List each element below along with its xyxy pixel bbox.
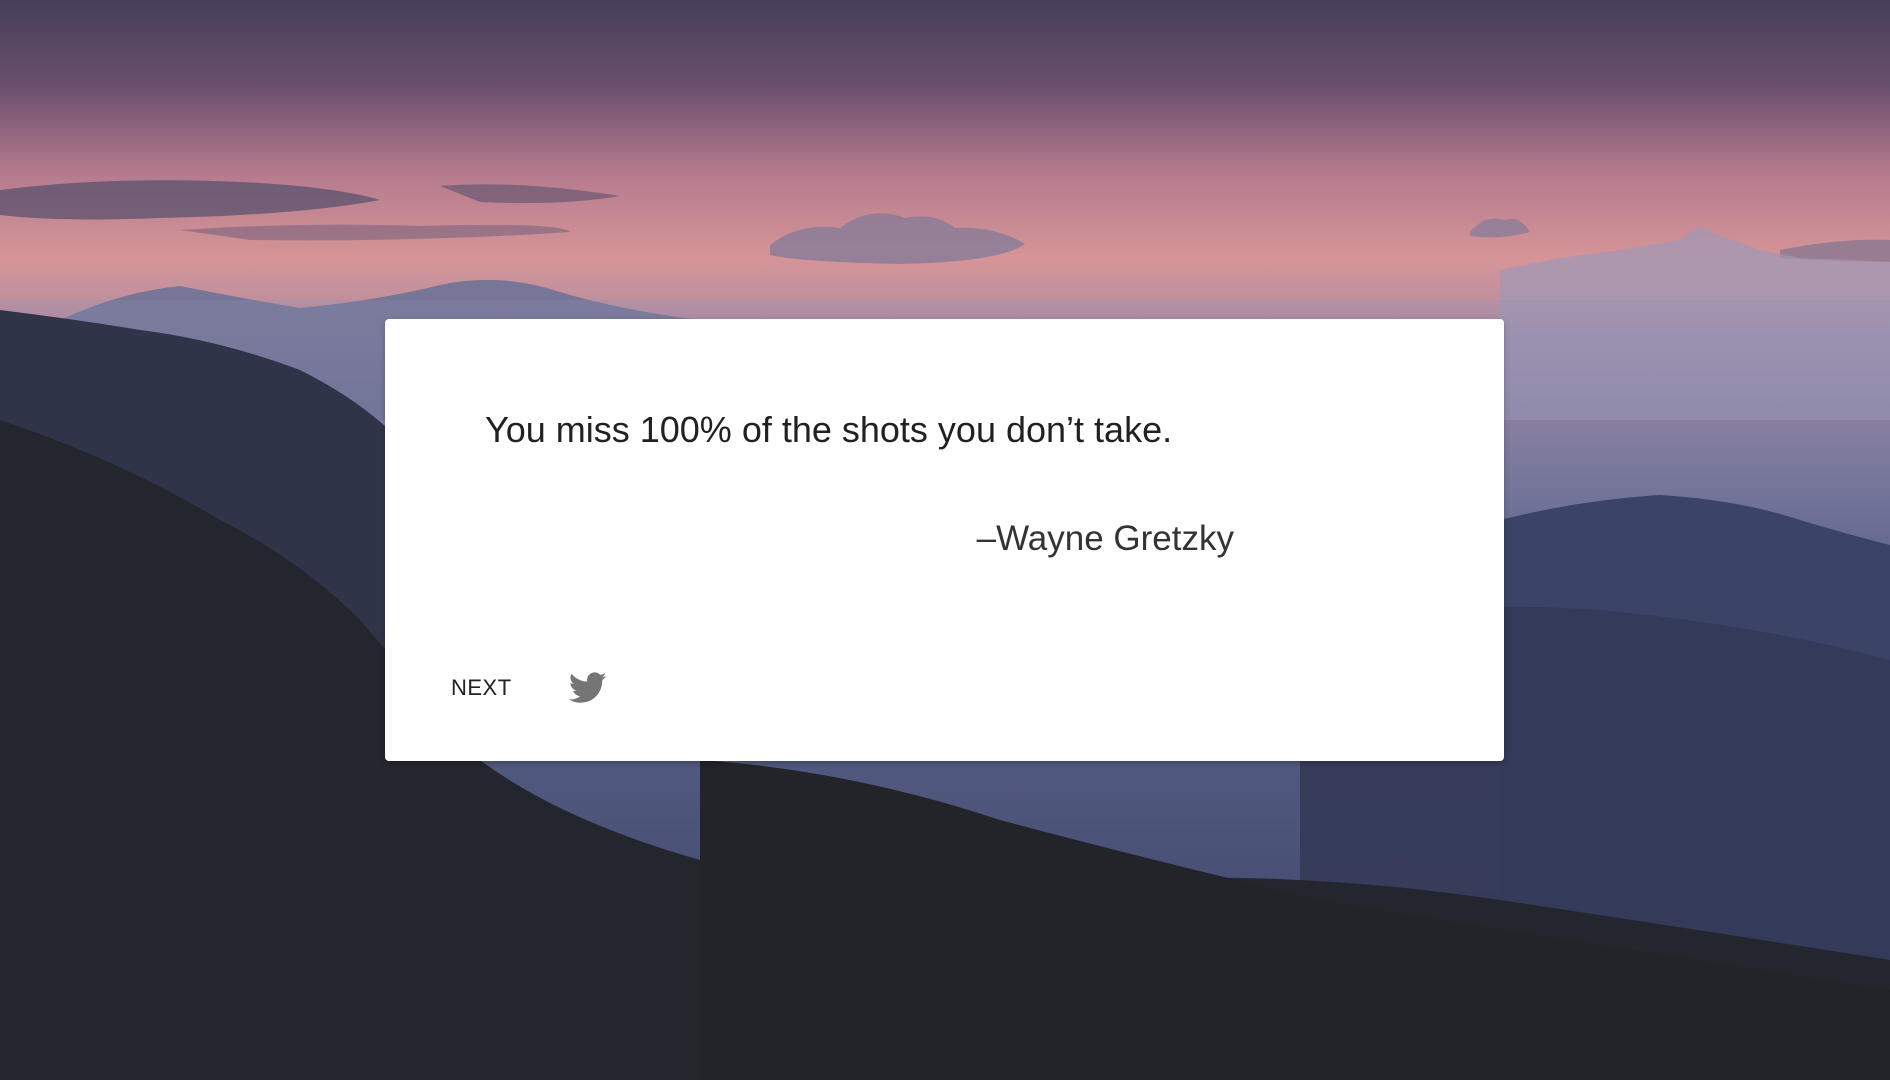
tweet-quote-button[interactable] [564, 664, 612, 712]
card-actions: NEXT [439, 664, 612, 712]
quote-author: –Wayne Gretzky [976, 519, 1234, 558]
twitter-bird-icon [568, 672, 607, 703]
quote-text: You miss 100% of the shots you don’t tak… [485, 409, 1173, 450]
next-quote-button[interactable]: NEXT [439, 665, 524, 711]
quote-card: You miss 100% of the shots you don’t tak… [385, 319, 1504, 761]
